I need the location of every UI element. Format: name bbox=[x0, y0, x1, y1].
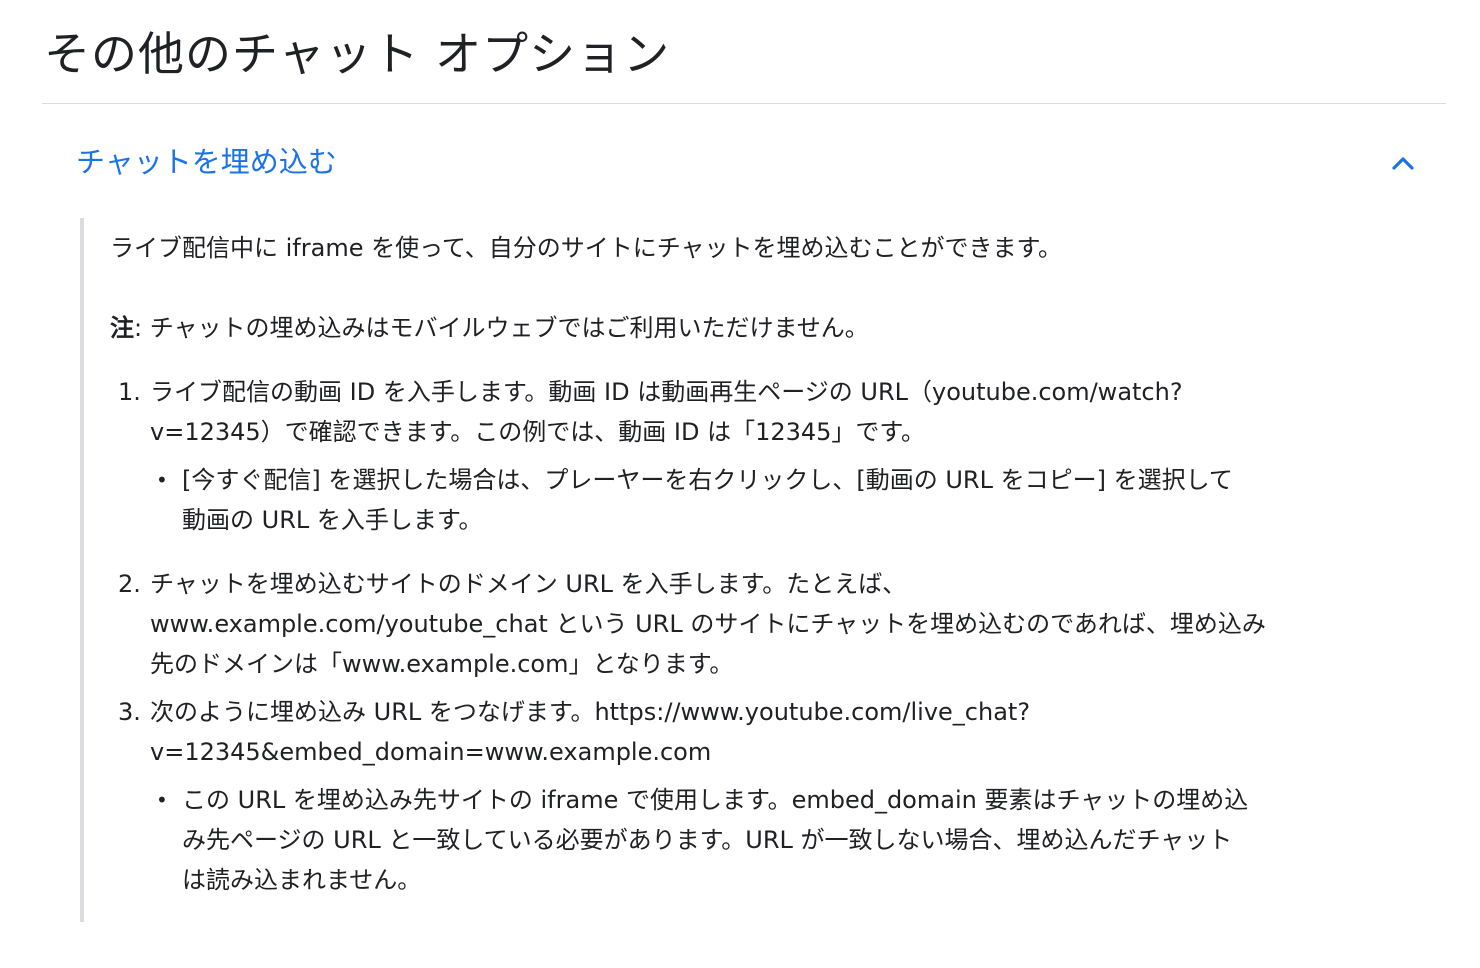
page-title: その他のチャット オプション bbox=[44, 27, 671, 81]
note-label: 注 bbox=[110, 314, 134, 342]
step-1-bullet-line-2: 動画の URL を入手します。 bbox=[182, 506, 483, 534]
step-number: 3. bbox=[118, 698, 141, 726]
bullet-dot: • bbox=[156, 468, 168, 492]
step-2-line-2: www.example.com/youtube_chat という URL のサイ… bbox=[150, 610, 1266, 638]
note-text: 注: チャットの埋め込みはモバイルウェブではご利用いただけません。 bbox=[110, 308, 1390, 348]
step-3-bullet-line-1: この URL を埋め込み先サイトの iframe で使用します。embed_do… bbox=[182, 786, 1249, 814]
accordion-header-embed-chat[interactable]: チャットを埋め込む bbox=[42, 130, 1432, 194]
intro-text: ライブ配信中に iframe を使って、自分のサイトにチャットを埋め込むことがで… bbox=[110, 234, 1063, 262]
step-1-line-1: ライブ配信の動画 ID を入手します。動画 ID は動画再生ページの URL（y… bbox=[150, 378, 1183, 406]
accordion-title[interactable]: チャットを埋め込む bbox=[76, 142, 337, 182]
step-3-line-2: v=12345&embed_domain=www.example.com bbox=[150, 738, 712, 766]
step-2-line-1: チャットを埋め込むサイトのドメイン URL を入手します。たとえば、 bbox=[150, 570, 907, 598]
step-number: 1. bbox=[118, 378, 141, 406]
accordion-panel: ライブ配信中に iframe を使って、自分のサイトにチャットを埋め込むことがで… bbox=[80, 218, 1404, 922]
bullet-dot: • bbox=[156, 788, 168, 812]
step-number: 2. bbox=[118, 570, 141, 598]
step-3-bullet-line-3: は読み込まれません。 bbox=[182, 866, 422, 894]
chevron-up-icon[interactable] bbox=[1388, 148, 1418, 178]
step-1-line-2: v=12345）で確認できます。この例では、動画 ID は「12345」です。 bbox=[150, 418, 926, 446]
step-3-bullet-line-2: み先ページの URL と一致している必要があります。URL が一致しない場合、埋… bbox=[182, 826, 1233, 854]
note-body: : チャットの埋め込みはモバイルウェブではご利用いただけません。 bbox=[134, 314, 869, 342]
step-2-line-3: 先のドメインは「www.example.com」となります。 bbox=[150, 650, 734, 678]
divider bbox=[42, 103, 1446, 104]
step-1-bullet-line-1: [今すぐ配信] を選択した場合は、プレーヤーを右クリックし、[動画の URL を… bbox=[182, 466, 1233, 494]
step-3-line-1: 次のように埋め込み URL をつなげます。https://www.youtube… bbox=[150, 698, 1031, 726]
